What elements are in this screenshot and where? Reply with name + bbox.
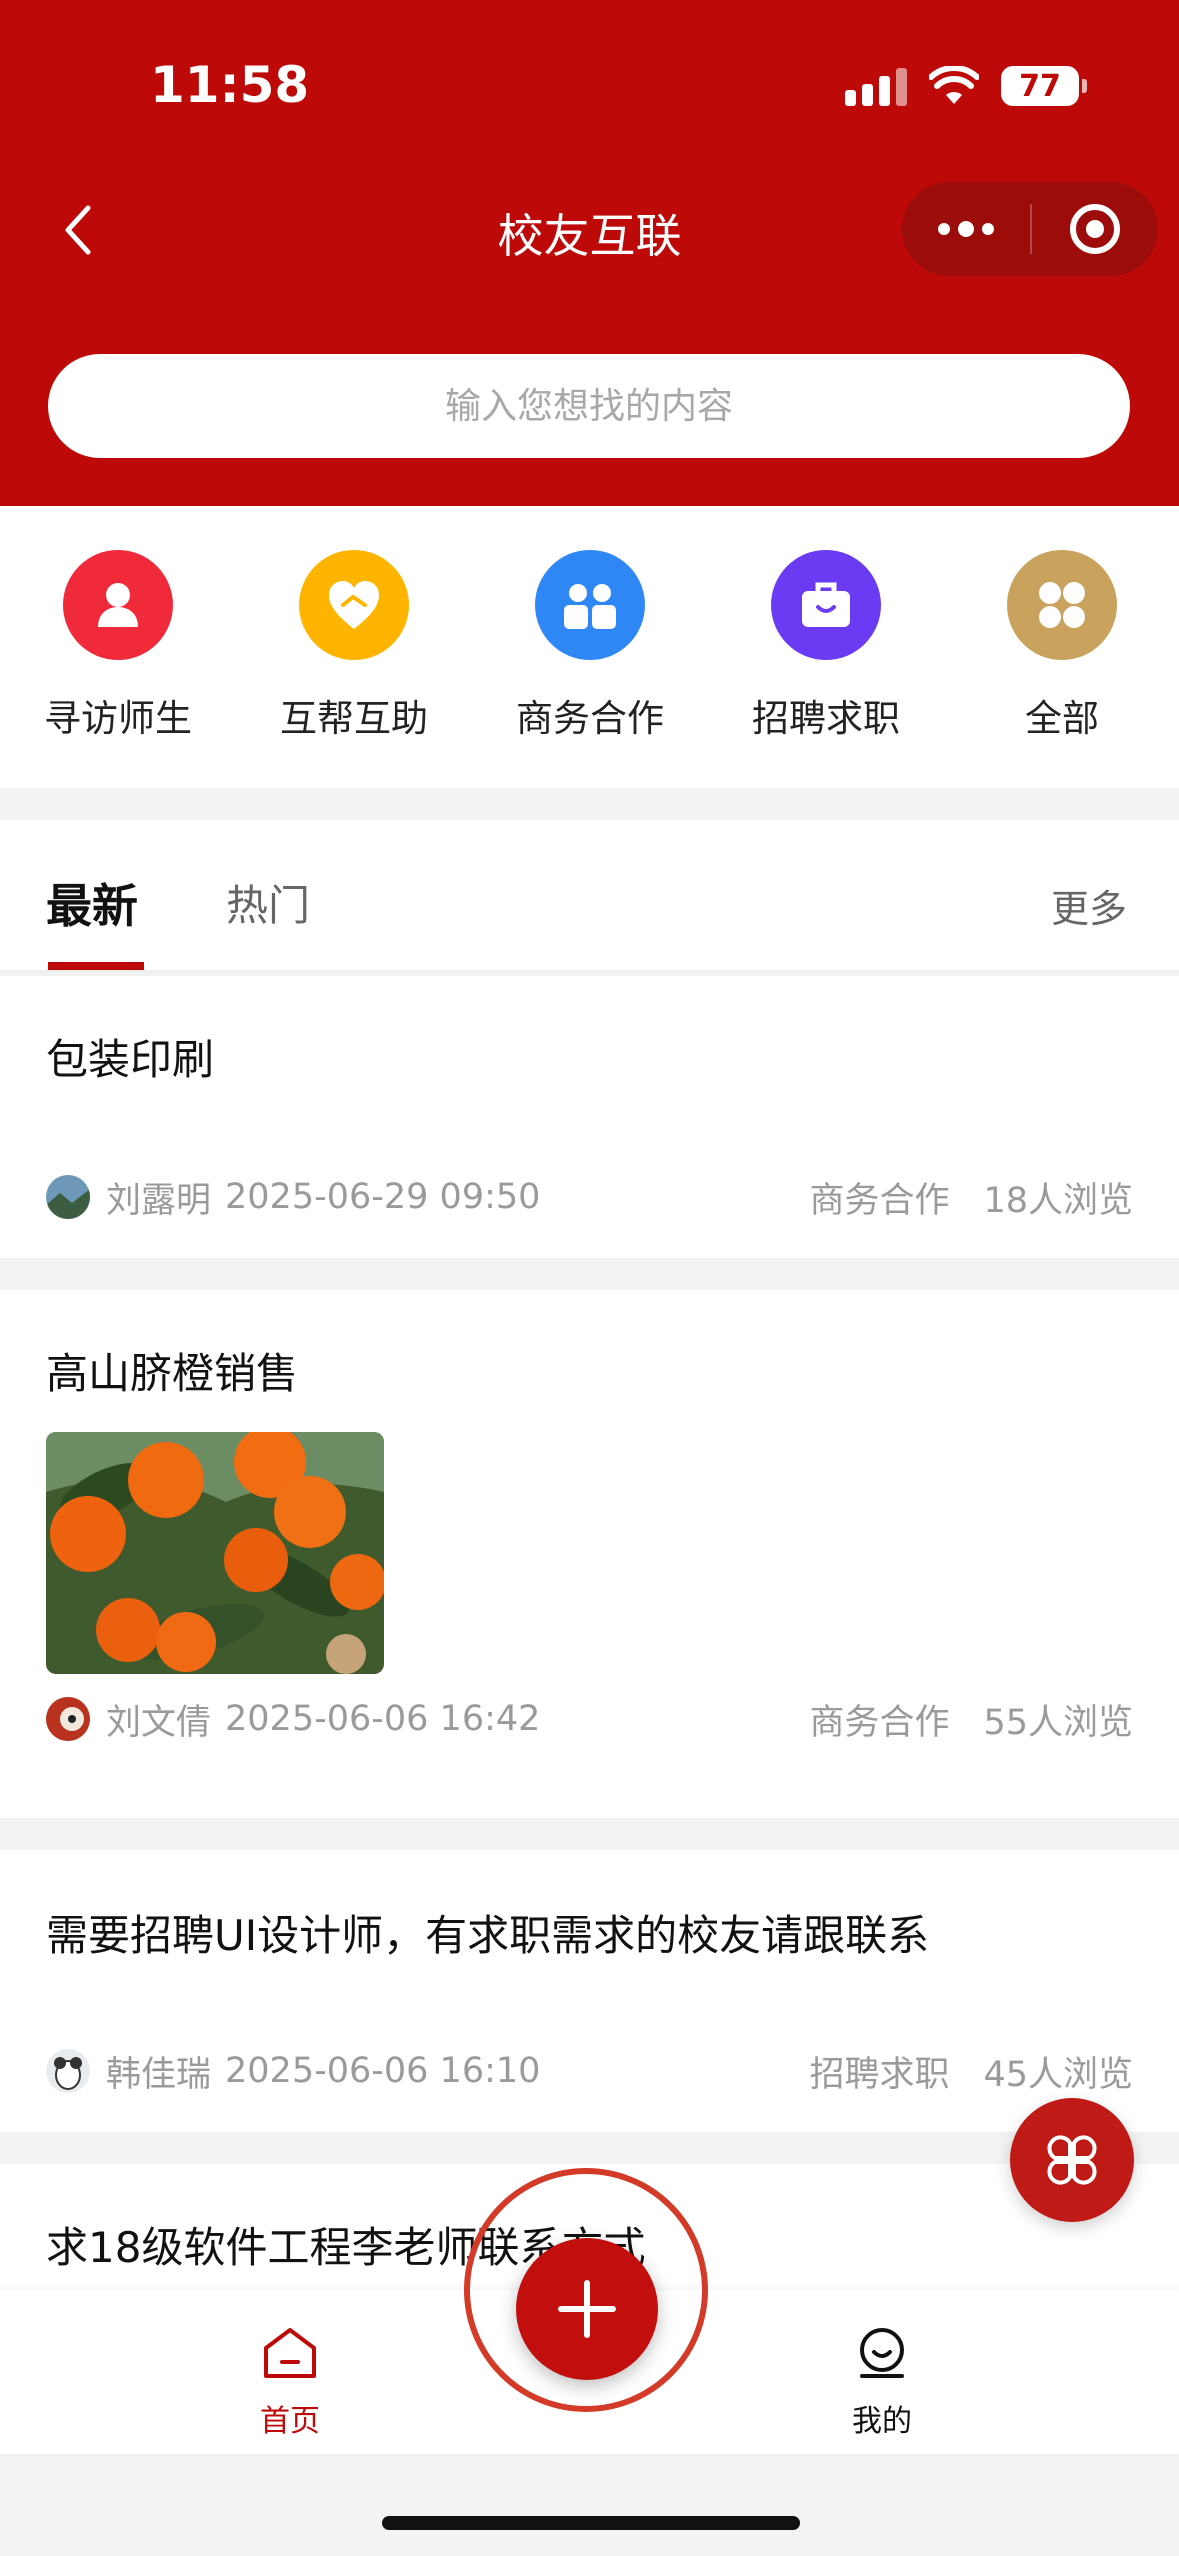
status-time: 11:58 <box>150 56 310 114</box>
tab-mine-label: 我的 <box>852 2404 912 2439</box>
avatar <box>46 1697 90 1741</box>
post-views: 18人浏览 <box>983 1180 1133 1221</box>
post-card[interactable]: 高山脐橙销售 刘文倩 2025-06-06 16:42 商务合作 55人浏览 <box>0 1290 1179 1818</box>
post-category: 商务合作 <box>809 1702 950 1743</box>
search-input[interactable] <box>48 354 1130 458</box>
post-card[interactable]: 包装印刷 刘露明 2025-06-29 09:50 商务合作 18人浏览 <box>0 976 1179 1258</box>
post-meta: 刘露明 2025-06-29 09:50 商务合作 18人浏览 <box>46 1172 1133 1222</box>
category-label: 寻访师生 <box>44 697 192 740</box>
avatar <box>46 2049 90 2093</box>
post-time: 2025-06-06 16:42 <box>225 1699 541 1739</box>
category-all[interactable]: 全部 <box>944 550 1179 742</box>
more-options-button[interactable] <box>902 182 1030 276</box>
tab-hot[interactable]: 热门 <box>226 872 310 933</box>
post-views: 55人浏览 <box>983 1702 1133 1743</box>
post-title: 包装印刷 <box>46 1035 215 1084</box>
category-mutual-help[interactable]: 互帮互助 <box>236 550 472 742</box>
briefcase-icon <box>771 550 881 660</box>
category-label: 商务合作 <box>516 697 664 740</box>
dot-icon <box>982 223 994 235</box>
post-card[interactable]: 需要招聘UI设计师，有求职需求的校友请跟联系 韩佳瑞 2025-06-06 16… <box>0 1850 1179 2132</box>
active-tab-indicator <box>48 962 144 970</box>
post-views: 45人浏览 <box>983 2054 1133 2095</box>
tab-home[interactable]: 首页 <box>200 2324 380 2440</box>
more-link[interactable]: 更多 <box>1051 878 1127 933</box>
post-image <box>46 1432 384 1674</box>
quick-menu-button[interactable] <box>1010 2098 1134 2222</box>
category-label: 全部 <box>1025 697 1099 740</box>
smile-user-icon <box>860 2328 904 2378</box>
post-author: 韩佳瑞 <box>106 2054 212 2095</box>
post-author: 刘文倩 <box>106 1702 212 1743</box>
post-title: 高山脐橙销售 <box>46 1349 299 1398</box>
close-miniprogram-button[interactable] <box>1032 182 1158 276</box>
battery-icon: 77 <box>1001 66 1087 106</box>
post-author: 刘露明 <box>106 1180 212 1221</box>
home-indicator <box>382 2516 800 2530</box>
status-icons: 77 <box>845 64 1087 108</box>
post-category: 招聘求职 <box>809 2054 950 2095</box>
post-time: 2025-06-29 09:50 <box>225 1177 541 1217</box>
avatar <box>46 1175 90 1219</box>
plus-icon <box>558 2280 616 2338</box>
category-label: 互帮互助 <box>280 697 428 740</box>
cellular-signal-icon <box>845 66 907 106</box>
category-visit-teachers[interactable]: 寻访师生 <box>0 550 236 742</box>
tab-mine[interactable]: 我的 <box>792 2324 972 2440</box>
miniprogram-capsule <box>902 182 1158 276</box>
category-business[interactable]: 商务合作 <box>472 550 708 742</box>
tab-latest[interactable]: 最新 <box>46 870 138 936</box>
category-label: 招聘求职 <box>752 697 900 740</box>
wifi-icon <box>929 66 979 106</box>
heart-hand-icon <box>299 550 409 660</box>
add-post-button[interactable] <box>516 2238 658 2380</box>
category-recruitment[interactable]: 招聘求职 <box>708 550 944 742</box>
partners-icon <box>535 550 645 660</box>
target-icon <box>1070 204 1120 254</box>
post-category: 商务合作 <box>809 1180 950 1221</box>
home-icon <box>264 2328 316 2378</box>
post-meta: 韩佳瑞 2025-06-06 16:10 招聘求职 45人浏览 <box>46 2046 1133 2096</box>
post-time: 2025-06-06 16:10 <box>225 2051 541 2091</box>
tab-home-label: 首页 <box>260 2404 320 2439</box>
dot-icon <box>938 223 950 235</box>
header: 11:58 77 校友互联 <box>0 0 1179 506</box>
feed-tabs: 最新 热门 更多 <box>0 820 1179 972</box>
person-icon <box>63 550 173 660</box>
grid-icon <box>1047 2135 1097 2185</box>
category-grid: 寻访师生 互帮互助 商务合作 招聘求职 全部 <box>0 506 1179 788</box>
grid-icon <box>1007 550 1117 660</box>
post-meta: 刘文倩 2025-06-06 16:42 商务合作 55人浏览 <box>46 1694 1133 1744</box>
dot-icon <box>958 221 974 237</box>
post-title: 需要招聘UI设计师，有求职需求的校友请跟联系 <box>46 1911 930 1960</box>
